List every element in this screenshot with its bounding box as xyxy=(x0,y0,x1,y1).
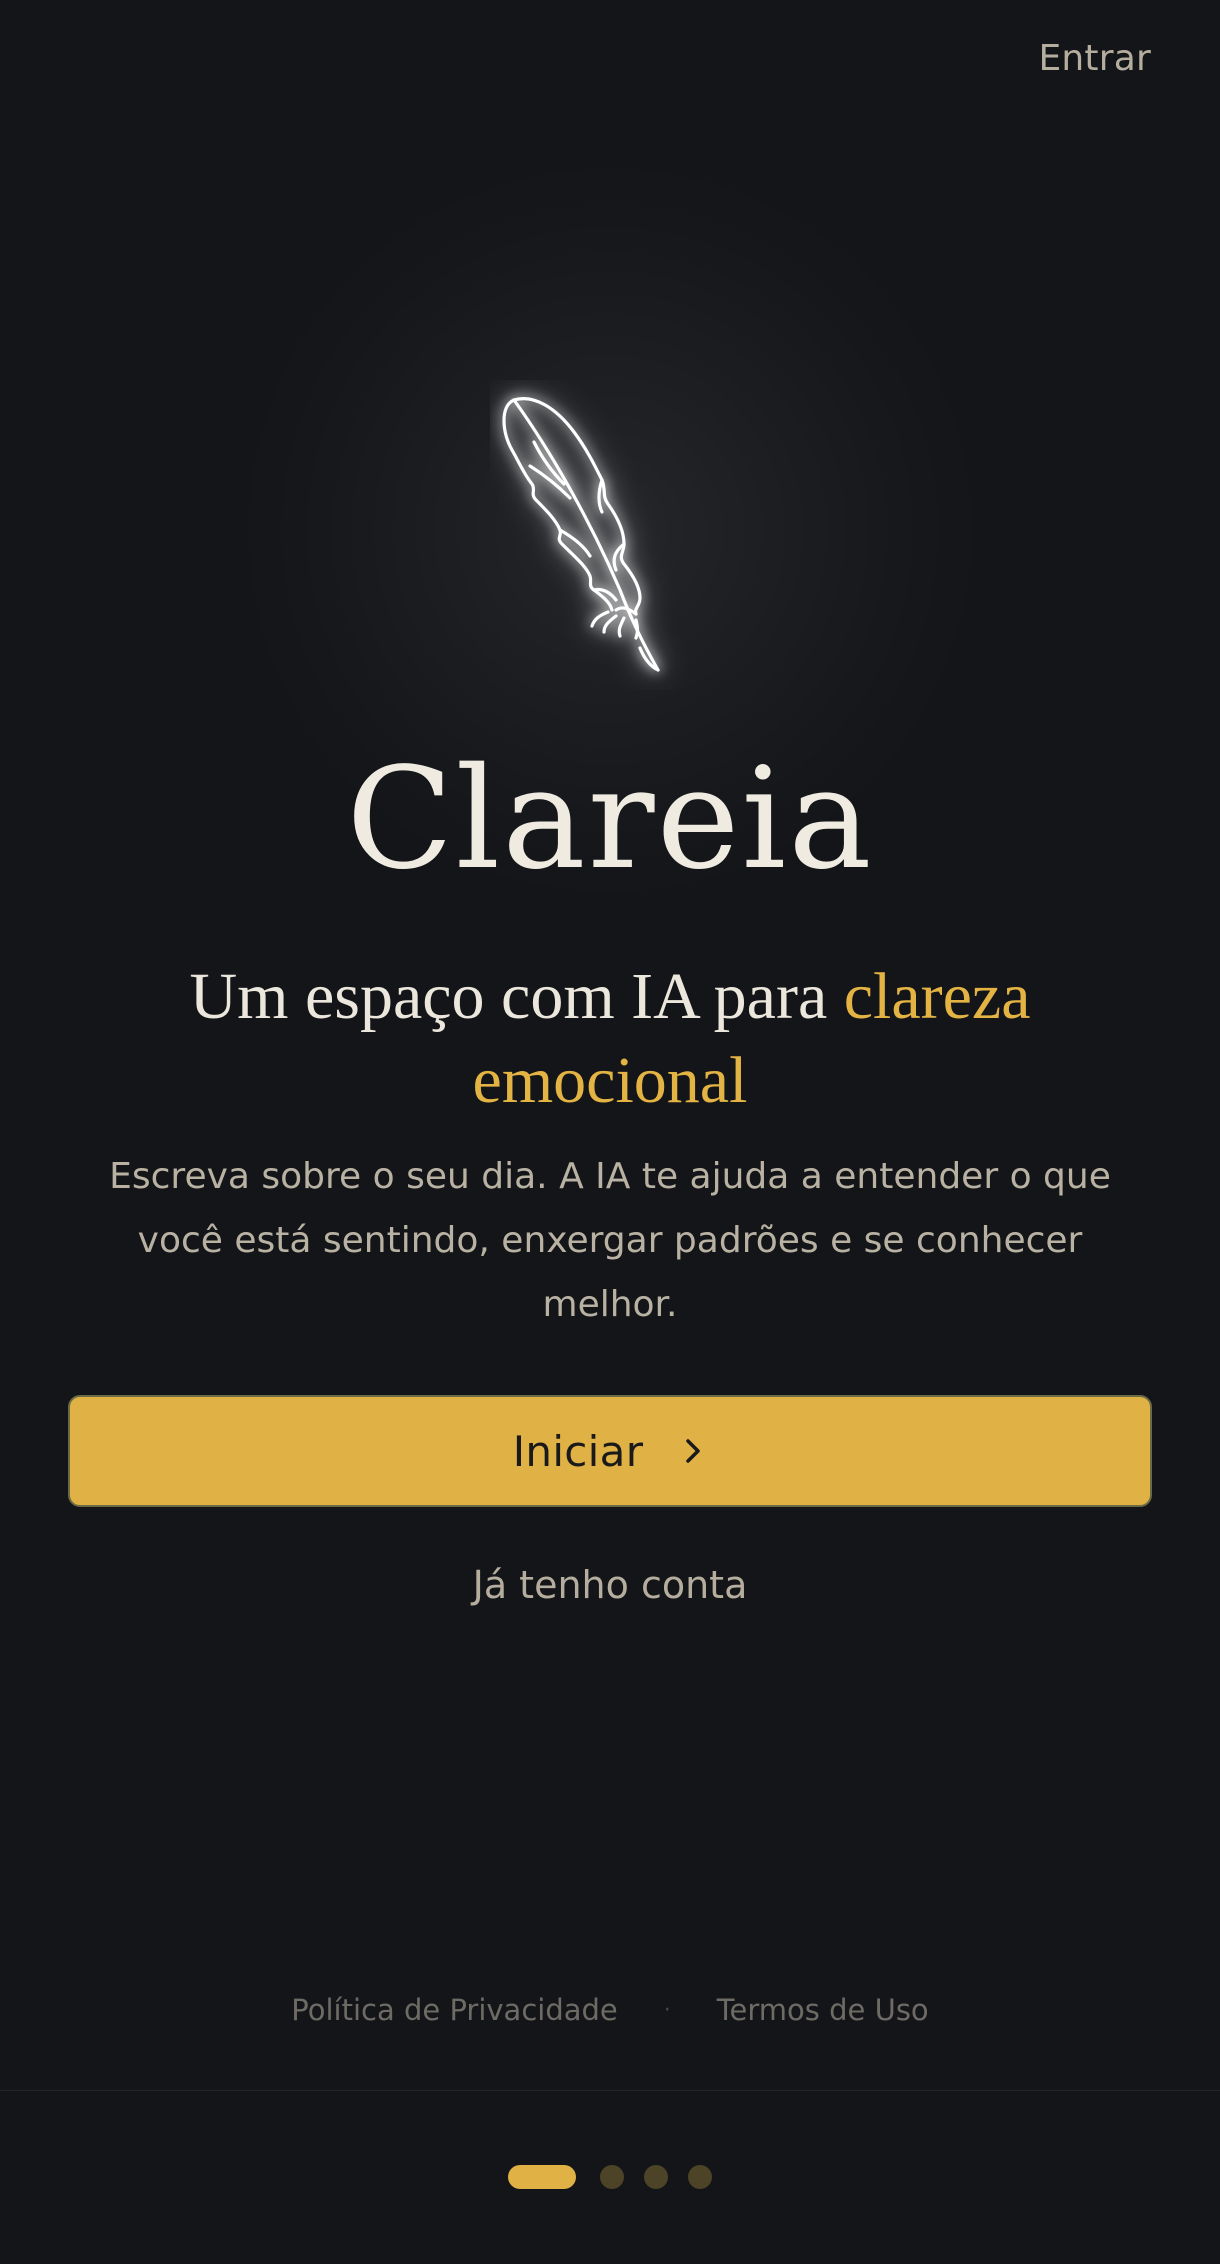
footer-divider xyxy=(0,2090,1220,2091)
start-button-label: Iniciar xyxy=(512,1426,644,1476)
privacy-policy-link[interactable]: Política de Privacidade xyxy=(291,1993,617,2027)
footer-links: Política de Privacidade · Termos de Uso xyxy=(0,1993,1220,2027)
footer-separator: · xyxy=(663,1997,671,2023)
description: Escreva sobre o seu dia. A IA te ajuda a… xyxy=(109,1156,1111,1325)
login-link[interactable]: Entrar xyxy=(1038,38,1151,79)
page-dot-3[interactable] xyxy=(644,2165,668,2189)
chevron-right-icon xyxy=(686,1439,701,1463)
feather-icon xyxy=(502,397,660,672)
page-dot-4[interactable] xyxy=(688,2165,712,2189)
start-button[interactable]: Iniciar xyxy=(68,1395,1152,1507)
headline-text: Um espaço com IA para xyxy=(189,960,844,1033)
page-dot-2[interactable] xyxy=(600,2165,624,2189)
terms-of-use-link[interactable]: Termos de Uso xyxy=(717,1993,929,2027)
page-indicator xyxy=(0,2165,1220,2189)
onboarding-screen: Entrar Clareia Um espaço com IA para cla… xyxy=(0,0,1220,2264)
page-dot-1[interactable] xyxy=(508,2165,576,2189)
brand-name: Clareia xyxy=(346,738,874,901)
existing-account-link[interactable]: Já tenho conta xyxy=(0,1563,1220,1607)
headline: Um espaço com IA para clareza emocional xyxy=(100,955,1120,1123)
